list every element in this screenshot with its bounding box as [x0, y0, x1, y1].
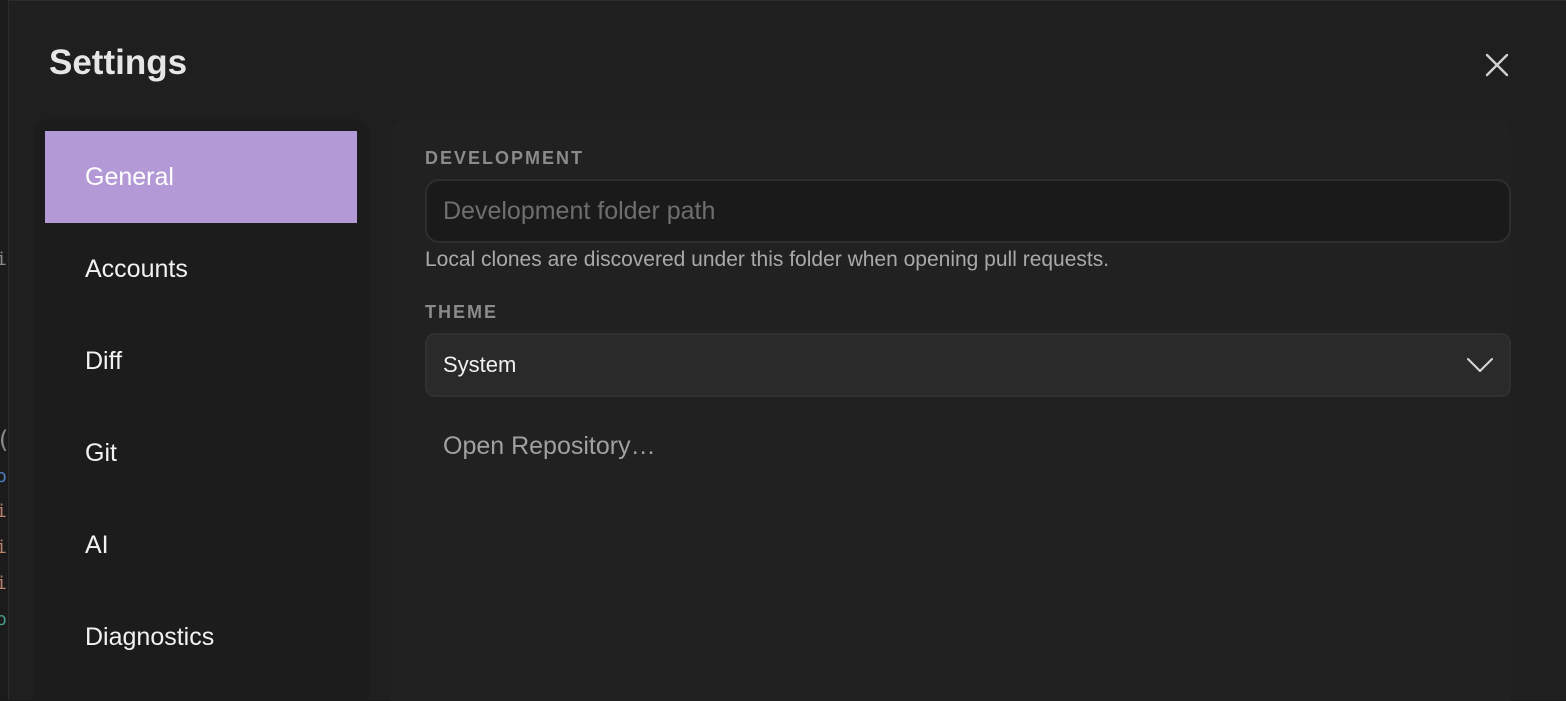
- sidebar-item-label: Git: [85, 438, 117, 467]
- background-code-glyph: i: [0, 573, 7, 594]
- background-code-glyph: i: [0, 249, 7, 270]
- sidebar-item-label: AI: [85, 530, 109, 559]
- sidebar-item-git[interactable]: Git: [45, 407, 357, 499]
- sidebar-item-label: Diff: [85, 346, 123, 375]
- sidebar-item-accounts[interactable]: Accounts: [45, 223, 357, 315]
- background-code-glyph: i: [0, 501, 7, 522]
- close-button[interactable]: [1477, 45, 1517, 85]
- theme-select-value: System: [443, 352, 517, 377]
- sidebar-item-diagnostics[interactable]: Diagnostics: [45, 591, 357, 683]
- sidebar-item-ai[interactable]: AI: [45, 499, 357, 591]
- development-folder-input[interactable]: [425, 179, 1511, 243]
- background-code-glyph: o: [0, 609, 7, 630]
- settings-dialog: Settings General Accounts Diff Git AI Di…: [8, 0, 1566, 701]
- development-section-label: DEVELOPMENT: [425, 148, 585, 168]
- sidebar-item-label: General: [85, 162, 174, 191]
- sidebar-item-label: Diagnostics: [85, 622, 215, 651]
- theme-section-label: THEME: [425, 302, 498, 322]
- background-code-glyph: i: [0, 537, 7, 558]
- sidebar-item-general[interactable]: General: [45, 131, 357, 223]
- development-helper-text: Local clones are discovered under this f…: [425, 248, 1110, 271]
- dialog-title: Settings: [49, 43, 188, 82]
- background-code-glyph: o: [0, 466, 7, 487]
- close-icon: [1485, 53, 1509, 77]
- chevron-down-icon: [1467, 358, 1493, 372]
- sidebar-item-diff[interactable]: Diff: [45, 315, 357, 407]
- open-repository-button[interactable]: Open Repository…: [443, 432, 656, 461]
- settings-sidebar: General Accounts Diff Git AI Diagnostics: [33, 119, 369, 701]
- theme-select[interactable]: System: [425, 333, 1511, 397]
- general-settings-panel: DEVELOPMENT Local clones are discovered …: [391, 119, 1511, 701]
- sidebar-item-label: Accounts: [85, 254, 188, 283]
